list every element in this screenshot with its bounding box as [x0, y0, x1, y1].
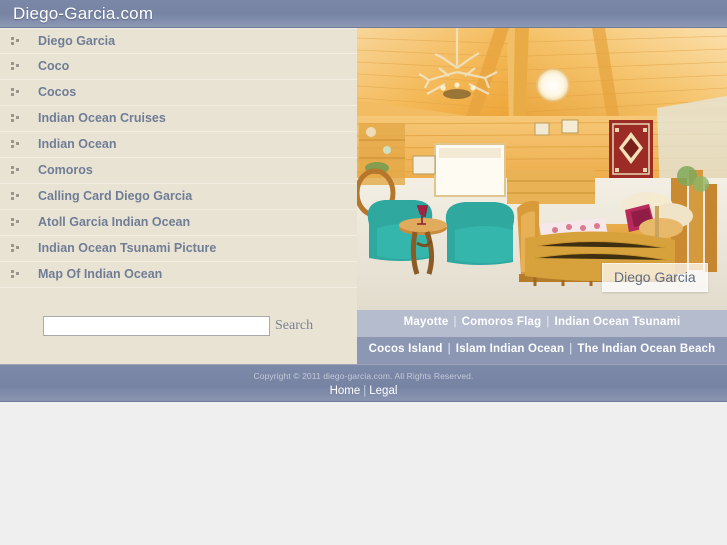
sidebar-item-label: Cocos: [38, 85, 77, 99]
sidebar-item-3[interactable]: Indian Ocean Cruises: [0, 106, 357, 132]
sidebar-item-label: Coco: [38, 59, 70, 73]
sidebar: Diego Garcia Coco Cocos Indian Ocean Cruise…: [0, 28, 357, 364]
footer-link-mayotte[interactable]: Mayotte: [404, 316, 449, 328]
bullet-icon: [11, 244, 20, 253]
sidebar-item-2[interactable]: Cocos: [0, 80, 357, 106]
bullet-icon: [11, 140, 20, 149]
site-footer: Copyright © 2011 diego-garcia.com. All R…: [0, 364, 727, 402]
bullet-icon: [11, 114, 20, 123]
site-header: Diego-Garcia.com: [0, 0, 727, 28]
sidebar-item-1[interactable]: Coco: [0, 54, 357, 80]
sidebar-item-label: Atoll Garcia Indian Ocean: [38, 215, 191, 229]
footer-link-home[interactable]: Home: [330, 385, 361, 397]
footer-link-cocos-island[interactable]: Cocos Island: [369, 343, 443, 355]
sidebar-item-7[interactable]: Atoll Garcia Indian Ocean: [0, 210, 357, 236]
link-separator: |: [447, 343, 451, 355]
footer-link-indian-ocean-tsunami[interactable]: Indian Ocean Tsunami: [555, 316, 681, 328]
footer-link-the-indian-ocean-beach[interactable]: The Indian Ocean Beach: [577, 343, 715, 355]
bullet-icon: [11, 37, 20, 46]
page-bottom-area: [0, 402, 727, 545]
bullet-icon: [11, 166, 20, 175]
copyright-text: Copyright © 2011 diego-garcia.com. All R…: [253, 371, 474, 381]
page-root: Diego-Garcia.com Diego Garcia Coco Cocos In…: [0, 0, 727, 545]
linkbar-links-1: Mayotte | Comoros Flag | Indian Ocean Tsunam…: [404, 310, 681, 328]
bullet-icon: [11, 88, 20, 97]
bullet-icon: [11, 192, 20, 201]
footer-link-separator: |: [363, 385, 367, 397]
link-separator: |: [569, 343, 573, 355]
sidebar-item-5[interactable]: Comoros: [0, 158, 357, 184]
bullet-icon: [11, 270, 20, 279]
linkbar-row-2: Cocos Island | Islam Indian Ocean | The Indi…: [357, 337, 727, 364]
sidebar-item-label: Comoros: [38, 163, 93, 177]
sidebar-item-8[interactable]: Indian Ocean Tsunami Picture: [0, 236, 357, 262]
bullet-icon: [11, 62, 20, 71]
site-title: Diego-Garcia.com: [13, 4, 154, 23]
sidebar-item-label: Indian Ocean: [38, 137, 117, 151]
hero-image: Diego Garcia: [357, 28, 727, 310]
linkbar-links-2: Cocos Island | Islam Indian Ocean | The Indi…: [369, 337, 716, 355]
footer-link-islam-indian-ocean[interactable]: Islam Indian Ocean: [456, 343, 564, 355]
sidebar-item-0[interactable]: Diego Garcia: [0, 28, 357, 54]
linkbar-row-1: Mayotte | Comoros Flag | Indian Ocean Tsunam…: [357, 310, 727, 337]
bullet-icon: [11, 218, 20, 227]
search-button[interactable]: Search: [275, 318, 313, 334]
sidebar-item-6[interactable]: Calling Card Diego Garcia: [0, 184, 357, 210]
link-separator: |: [546, 316, 550, 328]
sidebar-item-label: Indian Ocean Cruises: [38, 111, 166, 125]
sidebar-nav-list: Diego Garcia Coco Cocos Indian Ocean Cruise…: [0, 28, 357, 288]
sidebar-item-4[interactable]: Indian Ocean: [0, 132, 357, 158]
sidebar-item-label: Map Of Indian Ocean: [38, 267, 163, 281]
sidebar-item-9[interactable]: Map Of Indian Ocean: [0, 262, 357, 288]
hero-caption: Diego Garcia: [602, 263, 708, 292]
search-row: Search: [0, 311, 357, 361]
sidebar-item-label: Indian Ocean Tsunami Picture: [38, 241, 217, 255]
footer-link-comoros-flag[interactable]: Comoros Flag: [462, 316, 542, 328]
sidebar-item-label: Calling Card Diego Garcia: [38, 189, 193, 203]
sidebar-item-label: Diego Garcia: [38, 34, 116, 48]
footer-link-legal[interactable]: Legal: [369, 385, 397, 397]
search-input[interactable]: [43, 316, 270, 336]
footer-links: Home | Legal: [0, 381, 727, 397]
link-separator: |: [453, 316, 457, 328]
